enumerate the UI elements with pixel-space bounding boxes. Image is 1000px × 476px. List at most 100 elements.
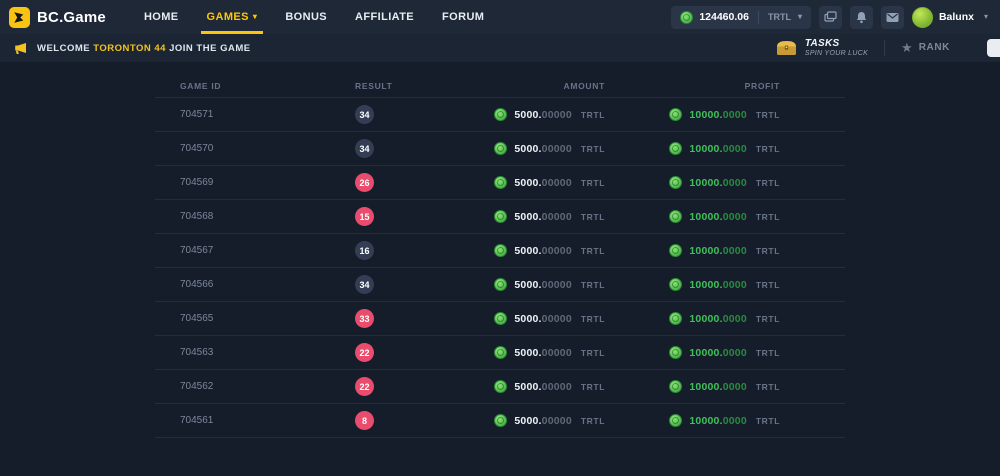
amount-cell: 5000.00000 TRTL [490,414,605,427]
trtl-coin-icon [669,210,682,223]
amount-value: 5000.00000 [514,347,571,359]
logo-text: BC.Game [37,9,106,26]
table-row[interactable]: 704566 34 5000.00000 TRTL 10000.0000 TRT… [155,268,845,302]
result-badge: 34 [355,105,374,124]
amount-currency: TRTL [581,144,605,154]
tasks-labels: TASKS SPIN YOUR LUCK [805,38,868,58]
amount-cell: 5000.00000 TRTL [490,108,605,121]
amount-value: 5000.00000 [514,143,571,155]
profit-value: 10000.0000 [689,177,747,189]
profit-currency: TRTL [756,416,780,426]
banner-right: TASKS SPIN YOUR LUCK ★ RANK [776,38,1000,58]
bcgame-logo-icon [9,7,30,28]
banner-left: WELCOME TORONTON 44 JOIN THE GAME [0,42,251,55]
amount-currency: TRTL [581,110,605,120]
profit-value: 10000.0000 [689,245,747,257]
amount-currency: TRTL [581,246,605,256]
table-row[interactable]: 704571 34 5000.00000 TRTL 10000.0000 TRT… [155,98,845,132]
amount-value: 5000.00000 [514,313,571,325]
result-badge: 15 [355,207,374,226]
topbar-right: 124460.06 TRTL ▾ [671,6,1000,29]
game-id: 704567 [155,245,330,256]
balance-selector[interactable]: 124460.06 TRTL ▾ [671,6,811,29]
profit-currency: TRTL [756,314,780,324]
amount-cell: 5000.00000 TRTL [490,210,605,223]
profit-cell: 10000.0000 TRTL [605,414,780,427]
game-id: 704569 [155,177,330,188]
profit-cell: 10000.0000 TRTL [605,142,780,155]
user-menu[interactable]: Balunx ▾ [912,7,988,28]
profit-currency: TRTL [756,144,780,154]
nav-item-games[interactable]: GAMES ▾ [193,0,272,34]
trtl-coin-icon [494,414,507,427]
table-row[interactable]: 704570 34 5000.00000 TRTL 10000.0000 TRT… [155,132,845,166]
wallet-button[interactable] [819,6,842,29]
profit-value: 10000.0000 [689,109,747,121]
nav-item-forum[interactable]: FORUM [428,0,498,34]
result-cell: 34 [330,275,490,294]
tasks-title: TASKS [805,38,868,50]
treasure-chest-icon [776,39,797,56]
amount-value: 5000.00000 [514,211,571,223]
table-row[interactable]: 704569 26 5000.00000 TRTL 10000.0000 TRT… [155,166,845,200]
mail-icon [886,12,899,23]
profit-value: 10000.0000 [689,415,747,427]
result-badge: 34 [355,139,374,158]
trtl-coin-icon [669,312,682,325]
result-cell: 34 [330,139,490,158]
balance-currency: TRTL ▾ [768,12,802,22]
result-cell: 16 [330,241,490,260]
bets-table: GAME ID RESULT AMOUNT PROFIT 704571 34 5… [155,75,845,438]
table-row[interactable]: 704562 22 5000.00000 TRTL 10000.0000 TRT… [155,370,845,404]
game-id: 704568 [155,211,330,222]
profit-cell: 10000.0000 TRTL [605,380,780,393]
side-panel-handle[interactable] [987,39,1000,57]
welcome-prefix: WELCOME [37,43,93,54]
logo[interactable]: BC.Game [0,7,106,28]
amount-value: 5000.00000 [514,279,571,291]
table-row[interactable]: 704563 22 5000.00000 TRTL 10000.0000 TRT… [155,336,845,370]
tasks-button[interactable]: TASKS SPIN YOUR LUCK [776,38,868,58]
profit-value: 10000.0000 [689,143,747,155]
result-badge: 22 [355,377,374,396]
nav-item-home[interactable]: HOME [130,0,193,34]
amount-value: 5000.00000 [514,415,571,427]
result-cell: 8 [330,411,490,430]
result-badge: 33 [355,309,374,328]
profit-cell: 10000.0000 TRTL [605,244,780,257]
table-row[interactable]: 704565 33 5000.00000 TRTL 10000.0000 TRT… [155,302,845,336]
table-row[interactable]: 704568 15 5000.00000 TRTL 10000.0000 TRT… [155,200,845,234]
column-header-amount: AMOUNT [490,81,605,91]
result-cell: 15 [330,207,490,226]
column-header-profit: PROFIT [605,81,780,91]
notifications-button[interactable] [850,6,873,29]
welcome-suffix: JOIN THE GAME [166,43,251,54]
amount-cell: 5000.00000 TRTL [490,346,605,359]
result-badge: 26 [355,173,374,192]
nav-label-bonus: BONUS [285,11,327,23]
table-row[interactable]: 704567 16 5000.00000 TRTL 10000.0000 TRT… [155,234,845,268]
nav-item-bonus[interactable]: BONUS [271,0,341,34]
amount-value: 5000.00000 [514,245,571,257]
trtl-coin-icon [669,244,682,257]
messages-button[interactable] [881,6,904,29]
profit-cell: 10000.0000 TRTL [605,346,780,359]
nav-item-affiliate[interactable]: AFFILIATE [341,0,428,34]
welcome-message: WELCOME TORONTON 44 JOIN THE GAME [37,43,251,54]
profit-value: 10000.0000 [689,347,747,359]
trtl-coin-icon [669,414,682,427]
result-badge: 16 [355,241,374,260]
divider [758,11,759,24]
table-row[interactable]: 704561 8 5000.00000 TRTL 10000.0000 TRTL [155,404,845,438]
amount-cell: 5000.00000 TRTL [490,176,605,189]
result-cell: 26 [330,173,490,192]
profit-cell: 10000.0000 TRTL [605,210,780,223]
trtl-coin-icon [680,11,693,24]
profit-cell: 10000.0000 TRTL [605,108,780,121]
trtl-coin-icon [494,278,507,291]
main-nav: HOME GAMES ▾ BONUS AFFILIATE FORUM [130,0,498,34]
amount-currency: TRTL [581,314,605,324]
topbar: BC.Game HOME GAMES ▾ BONUS AFFILIATE FOR… [0,0,1000,34]
avatar [912,7,933,28]
rank-button[interactable]: ★ RANK [901,41,950,54]
